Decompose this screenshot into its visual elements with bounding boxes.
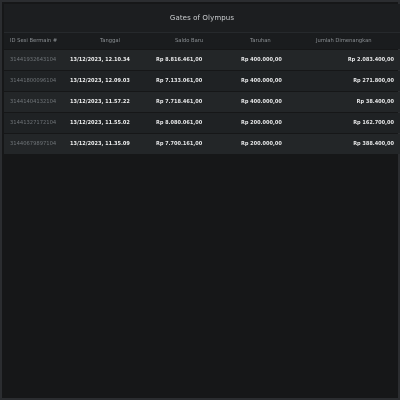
- winnings-cell: Rp 162.700,00: [353, 120, 394, 126]
- balance-cell: Rp 7.718.461,00: [156, 99, 203, 105]
- session-id-cell[interactable]: 31441932643104: [10, 57, 56, 63]
- date-cell: 13/12/2023, 12.10.34: [70, 57, 130, 63]
- bet-cell: Rp 400.000,00: [241, 78, 282, 84]
- column-header-session-id[interactable]: ID Sesi Bermain #: [10, 38, 57, 44]
- session-id-cell[interactable]: 31441404132104: [10, 99, 56, 105]
- balance-cell: Rp 7.133.061,00: [156, 78, 203, 84]
- winnings-cell: Rp 2.083.400,00: [347, 57, 394, 63]
- table-row[interactable]: 31441932643104 13/12/2023, 12.10.34 Rp 8…: [4, 50, 400, 70]
- table-row[interactable]: 31441800096104 13/12/2023, 12.09.03 Rp 7…: [4, 71, 400, 91]
- balance-cell: Rp 8.080.061,00: [156, 120, 203, 126]
- column-header-winnings[interactable]: Jumlah Dimenangkan: [316, 38, 372, 44]
- window-header: Gates of Olympus: [4, 4, 400, 33]
- table-row[interactable]: 31441327172104 13/12/2023, 11.55.02 Rp 8…: [4, 113, 400, 133]
- balance-cell: Rp 8.816.461,00: [156, 57, 203, 63]
- bet-cell: Rp 400.000,00: [241, 57, 282, 63]
- table-row[interactable]: 31441404132104 13/12/2023, 11.57.22 Rp 7…: [4, 92, 400, 112]
- page-title: Gates of Olympus: [169, 14, 235, 22]
- balance-cell: Rp 7.700.161,00: [156, 141, 203, 147]
- date-cell: 13/12/2023, 11.35.09: [70, 141, 130, 147]
- column-header-balance[interactable]: Saldo Baru: [175, 38, 203, 44]
- winnings-cell: Rp 271.800,00: [353, 78, 394, 84]
- column-header-date[interactable]: Tanggal: [100, 38, 120, 44]
- session-id-cell[interactable]: 31441327172104: [10, 120, 56, 126]
- table-header: ID Sesi Bermain # Tanggal Saldo Baru Tar…: [4, 33, 400, 49]
- bet-cell: Rp 400.000,00: [241, 99, 282, 105]
- table-row[interactable]: 31440679897104 13/12/2023, 11.35.09 Rp 7…: [4, 134, 400, 154]
- date-cell: 13/12/2023, 11.55.02: [70, 120, 130, 126]
- table-body: 31441932643104 13/12/2023, 12.10.34 Rp 8…: [4, 50, 400, 155]
- session-id-cell[interactable]: 31440679897104: [10, 141, 56, 147]
- session-id-cell[interactable]: 31441800096104: [10, 78, 56, 84]
- winnings-cell: Rp 38.400,00: [356, 99, 394, 105]
- date-cell: 13/12/2023, 11.57.22: [70, 99, 130, 105]
- bet-cell: Rp 200.000,00: [241, 141, 282, 147]
- column-header-bet[interactable]: Taruhan: [250, 38, 271, 44]
- winnings-cell: Rp 388.400,00: [353, 141, 394, 147]
- date-cell: 13/12/2023, 12.09.03: [70, 78, 130, 84]
- history-window: Gates of Olympus ID Sesi Bermain # Tangg…: [0, 0, 400, 400]
- bet-cell: Rp 200.000,00: [241, 120, 282, 126]
